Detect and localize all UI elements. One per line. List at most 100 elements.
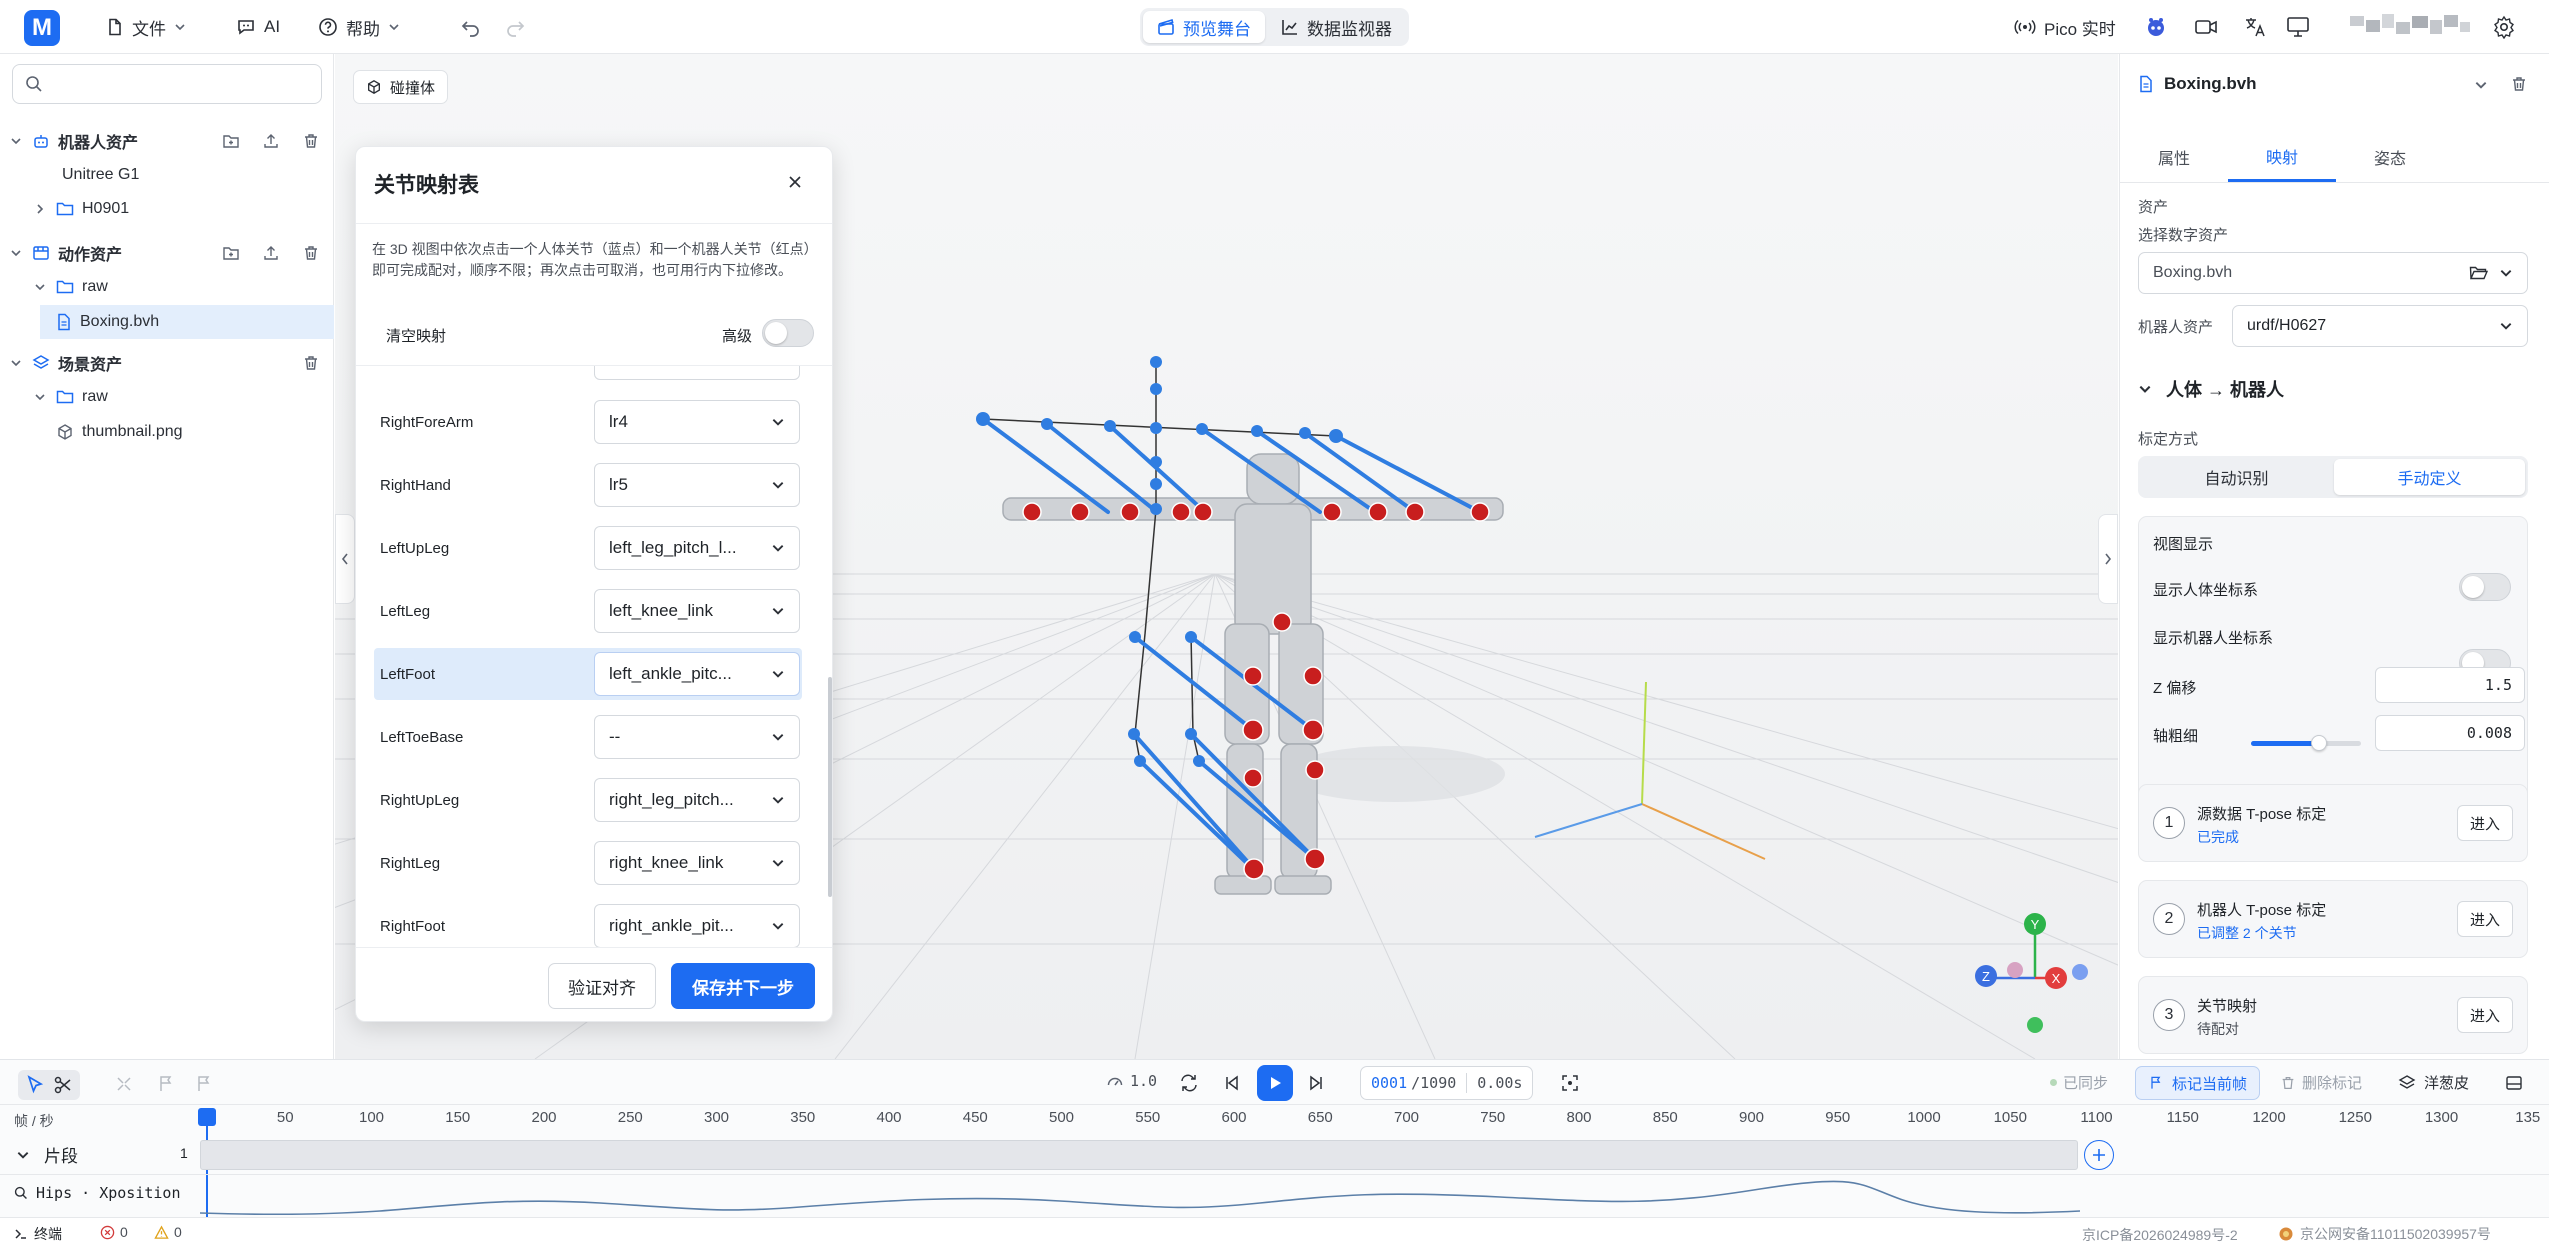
calib-auto-option[interactable]: 自动识别 xyxy=(2141,459,2332,495)
assistant-button[interactable] xyxy=(2144,15,2168,39)
translate-button[interactable] xyxy=(2243,15,2267,39)
tree-group-scene-assets[interactable]: 场景资产 xyxy=(0,346,334,380)
app-logo[interactable]: M xyxy=(24,10,60,46)
police-record-link[interactable]: 京公网安备11011502039957号 xyxy=(2278,1224,2491,1244)
panel-collapse-button[interactable] xyxy=(2474,78,2488,92)
mapping-select[interactable]: right_leg_pitch... xyxy=(594,778,800,822)
tree-folder-raw[interactable]: raw xyxy=(0,270,334,304)
tab-mapping[interactable]: 映射 xyxy=(2228,132,2336,182)
chevron-down-icon[interactable] xyxy=(10,357,22,369)
collapse-right-handle[interactable] xyxy=(2098,514,2118,604)
mapping-select[interactable]: left_knee_link xyxy=(594,589,800,633)
save-next-button[interactable]: 保存并下一步 xyxy=(671,963,815,1009)
redo-button[interactable] xyxy=(504,16,526,38)
trash-icon[interactable] xyxy=(302,244,320,262)
menu-help[interactable]: 帮助 xyxy=(318,12,400,42)
step-enter-button[interactable]: 进入 xyxy=(2457,805,2513,841)
mapping-select[interactable]: left_ankle_pitc... xyxy=(594,652,800,696)
clear-mapping-button[interactable]: 清空映射 xyxy=(386,325,446,346)
add-folder-icon[interactable] xyxy=(222,132,240,150)
upload-icon[interactable] xyxy=(262,132,280,150)
warning-count[interactable]: 0 xyxy=(154,1224,182,1240)
z-offset-slider[interactable] xyxy=(2251,735,2361,751)
advanced-toggle[interactable] xyxy=(762,319,814,347)
loop-icon[interactable] xyxy=(1178,1072,1200,1094)
view-data-monitor[interactable]: 数据监视器 xyxy=(1267,11,1406,43)
track-segment-header[interactable]: 片段 xyxy=(16,1142,78,1167)
pico-live-button[interactable]: Pico 实时 xyxy=(2014,12,2116,42)
playhead-handle[interactable] xyxy=(198,1108,216,1126)
add-segment-button[interactable] xyxy=(2084,1140,2114,1170)
play-button[interactable] xyxy=(1257,1065,1293,1101)
step-enter-button[interactable]: 进入 xyxy=(2457,901,2513,937)
z-offset-slider-thumb[interactable] xyxy=(2311,735,2328,751)
calib-manual-option[interactable]: 手动定义 xyxy=(2334,459,2525,495)
tab-pose[interactable]: 姿态 xyxy=(2336,132,2444,182)
add-folder-icon[interactable] xyxy=(222,244,240,262)
monitor-button[interactable] xyxy=(2286,16,2310,38)
upload-icon[interactable] xyxy=(262,244,280,262)
icp-record-link[interactable]: 京ICP备2026024989号-2 xyxy=(2082,1225,2238,1245)
menu-ai[interactable]: AI xyxy=(236,12,280,42)
mapping-list-scrollbar[interactable] xyxy=(828,677,832,897)
flag-remove-icon[interactable] xyxy=(194,1074,214,1094)
frame-current[interactable]: 0001 xyxy=(1371,1074,1407,1092)
settings-button[interactable] xyxy=(2492,15,2516,39)
mapping-select[interactable]: right_knee_link xyxy=(594,841,800,885)
split-icon[interactable] xyxy=(114,1074,134,1094)
terminal-toggle[interactable]: 终端 xyxy=(14,1224,62,1244)
error-count[interactable]: 0 xyxy=(100,1224,128,1240)
search-box[interactable] xyxy=(12,64,322,104)
tab-properties[interactable]: 属性 xyxy=(2120,132,2228,182)
z-offset-input[interactable]: 1.5 xyxy=(2375,667,2525,703)
skip-back-icon[interactable] xyxy=(1222,1073,1242,1093)
chevron-right-icon[interactable] xyxy=(34,203,46,215)
mapping-select[interactable]: left_leg_pitch_l... xyxy=(594,526,800,570)
mapping-select[interactable]: -- xyxy=(594,715,800,759)
camera-button[interactable] xyxy=(2194,16,2218,38)
delete-mark-button[interactable]: 删除标记 xyxy=(2280,1072,2362,1093)
chevron-down-icon[interactable] xyxy=(10,247,22,259)
panel-delete-button[interactable] xyxy=(2510,75,2528,93)
chevron-down-icon[interactable] xyxy=(10,135,22,147)
segment-clip[interactable] xyxy=(200,1140,2078,1170)
frame-ruler[interactable]: 50 100 150 200 250 300 350 400 450 500 550 600 650 70… xyxy=(199,1109,2549,1129)
tree-folder-h0901[interactable]: H0901 xyxy=(0,192,334,226)
tree-file-thumbnail[interactable]: thumbnail.png xyxy=(0,415,334,449)
axis-thickness-input[interactable]: 0.008 xyxy=(2375,715,2525,751)
mapping-select[interactable]: lr5 xyxy=(594,463,800,507)
show-human-axes-toggle[interactable] xyxy=(2459,573,2511,601)
mark-current-frame-button[interactable]: 标记当前帧 xyxy=(2135,1066,2261,1100)
tree-group-robot-assets[interactable]: 机器人资产 xyxy=(0,124,334,158)
user-account-blurred[interactable] xyxy=(2350,12,2470,40)
skip-forward-icon[interactable] xyxy=(1306,1073,1326,1093)
folder-open-icon[interactable] xyxy=(2469,265,2489,281)
tree-item-unitree-g1[interactable]: Unitree G1 xyxy=(0,158,334,192)
collider-toggle-chip[interactable]: 碰撞体 xyxy=(353,70,449,104)
verify-alignment-button[interactable]: 验证对齐 xyxy=(548,963,656,1009)
mapping-select[interactable]: lr4 xyxy=(594,400,800,444)
pointer-icon[interactable] xyxy=(24,1074,46,1096)
search-input[interactable] xyxy=(51,75,311,93)
section-human-robot[interactable]: 人体 → 机器人 xyxy=(2138,376,2284,402)
step-enter-button[interactable]: 进入 xyxy=(2457,997,2513,1033)
panel-layout-icon[interactable] xyxy=(2504,1073,2524,1093)
curve-graph[interactable] xyxy=(200,1175,2080,1215)
tree-group-motion-assets[interactable]: 动作资产 xyxy=(0,236,334,270)
tree-folder-raw-scene[interactable]: raw xyxy=(0,380,334,414)
menu-file[interactable]: 文件 xyxy=(106,12,186,42)
undo-button[interactable] xyxy=(460,16,482,38)
playback-speed[interactable]: 1.0 xyxy=(1106,1072,1157,1090)
mapping-select[interactable]: right_ankle_pit... xyxy=(594,904,800,947)
trash-icon[interactable] xyxy=(302,132,320,150)
view-preview-stage[interactable]: 预览舞台 xyxy=(1143,11,1265,43)
chevron-down-icon[interactable] xyxy=(34,281,46,293)
chevron-down-icon[interactable] xyxy=(34,391,46,403)
scissors-icon[interactable] xyxy=(52,1074,74,1096)
mapping-list[interactable]: RightForeArm lr4 RightHand lr5 LeftUpLeg… xyxy=(356,366,832,947)
digital-asset-select[interactable]: Boxing.bvh xyxy=(2138,252,2528,294)
flag-icon[interactable] xyxy=(156,1074,176,1094)
tree-file-boxing[interactable]: Boxing.bvh xyxy=(40,305,334,339)
mapping-select-partial[interactable] xyxy=(594,366,800,380)
onion-skin-button[interactable]: 洋葱皮 xyxy=(2398,1072,2469,1093)
